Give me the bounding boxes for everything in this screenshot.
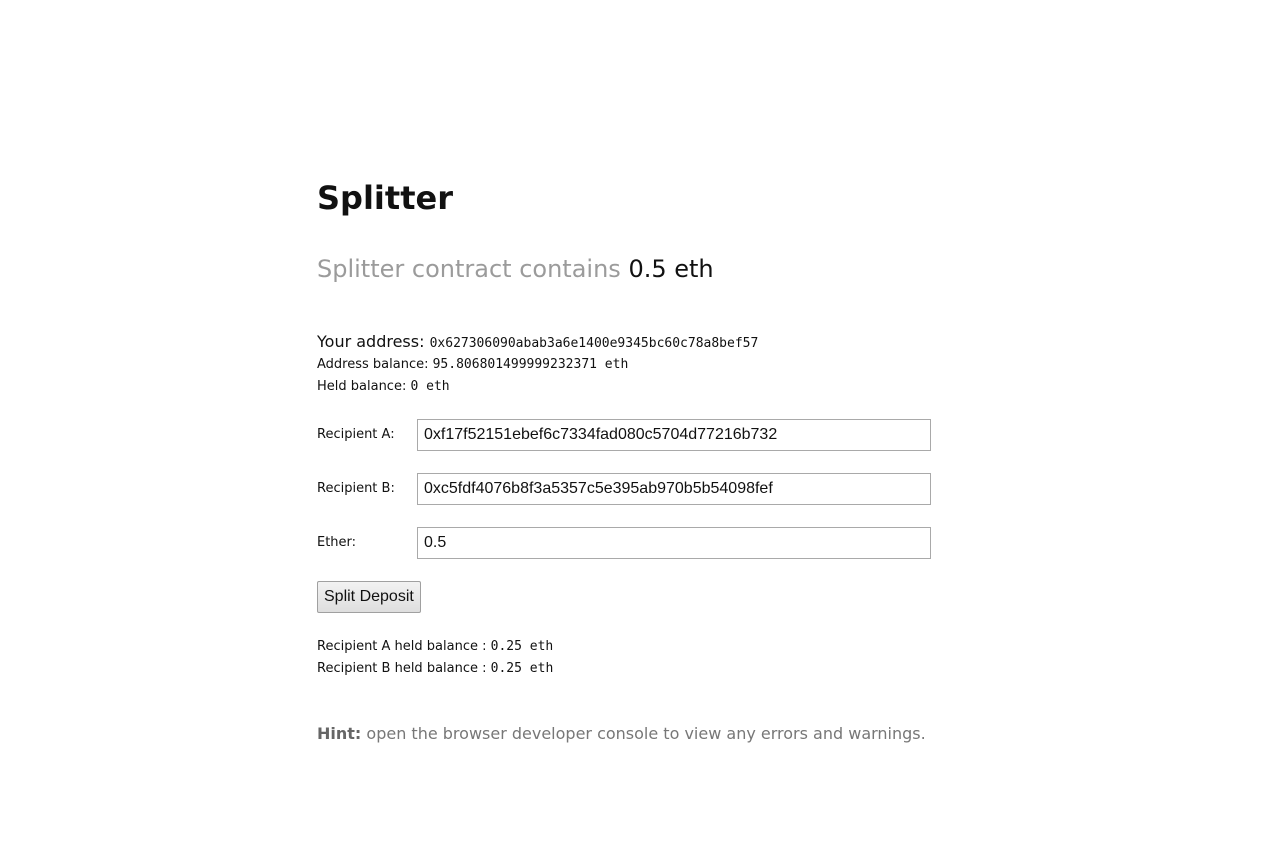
recipient-b-held-label: Recipient B held balance : xyxy=(317,661,487,676)
recipient-a-held-value: 0.25 eth xyxy=(490,639,554,654)
ether-label: Ether: xyxy=(317,535,357,550)
your-address-value: 0x627306090abab3a6e1400e9345bc60c78a8bef… xyxy=(429,336,759,351)
recipient-b-held-value: 0.25 eth xyxy=(490,661,554,676)
held-balance-line: Held balance: 0 eth xyxy=(317,377,450,397)
recipient-b-input[interactable] xyxy=(417,473,931,505)
recipient-b-held-line: Recipient B held balance : 0.25 eth xyxy=(317,659,553,679)
hint-text: Hint: open the browser developer console… xyxy=(317,723,926,745)
recipient-b-row: Recipient B: xyxy=(317,473,931,505)
contract-balance-line: Splitter contract contains 0.5 eth xyxy=(317,254,714,284)
split-deposit-button[interactable]: Split Deposit xyxy=(317,581,421,613)
held-balance-label: Held balance: xyxy=(317,379,407,394)
your-address-label: Your address: xyxy=(317,332,425,351)
your-address-line: Your address: 0x627306090abab3a6e1400e93… xyxy=(317,331,758,355)
recipient-a-label: Recipient A: xyxy=(317,427,395,442)
recipient-a-input[interactable] xyxy=(417,419,931,451)
page-title: Splitter xyxy=(317,179,453,217)
recipient-a-held-label: Recipient A held balance : xyxy=(317,639,487,654)
address-balance-label: Address balance: xyxy=(317,357,429,372)
held-balance-value: 0 eth xyxy=(410,379,450,394)
address-balance-line: Address balance: 95.806801499999232371 e… xyxy=(317,355,628,375)
ether-row: Ether: xyxy=(317,527,931,559)
contract-balance-value: 0.5 eth xyxy=(628,255,714,283)
recipient-a-row: Recipient A: xyxy=(317,419,931,451)
address-balance-value: 95.806801499999232371 eth xyxy=(432,357,629,372)
recipient-b-label: Recipient B: xyxy=(317,481,395,496)
hint-message: open the browser developer console to vi… xyxy=(366,724,926,743)
ether-input[interactable] xyxy=(417,527,931,559)
hint-prefix: Hint: xyxy=(317,724,362,743)
contract-balance-label: Splitter contract contains xyxy=(317,255,621,283)
recipient-a-held-line: Recipient A held balance : 0.25 eth xyxy=(317,637,553,657)
